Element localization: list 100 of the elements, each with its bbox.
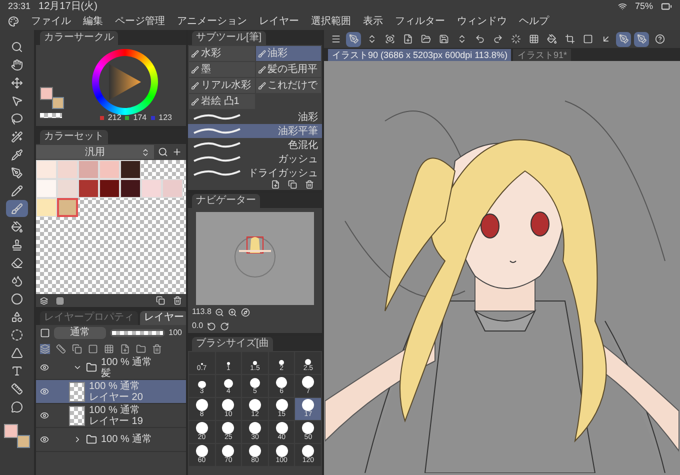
search-icon — [11, 40, 23, 52]
square-icon[interactable] — [40, 328, 50, 338]
rotate-left-icon[interactable] — [207, 322, 216, 330]
document-tab[interactable]: イラスト90 (3686 x 5203px 600dpi 113.8%) — [328, 49, 512, 61]
rotate-right-icon[interactable] — [220, 322, 230, 330]
triangle-icon — [11, 346, 23, 358]
trash-icon[interactable] — [173, 296, 182, 305]
zoom-value[interactable]: 113.8 — [192, 306, 212, 318]
sub-tool-item[interactable]: 水彩 — [189, 46, 254, 61]
sub-tool-item[interactable]: 油彩 — [256, 46, 321, 61]
main-color-swatch[interactable] — [4, 424, 18, 438]
app-logo-icon[interactable] — [8, 16, 19, 27]
pen-button[interactable] — [634, 32, 649, 46]
visibility-icon[interactable] — [40, 387, 49, 396]
menu-item[interactable]: ウィンドウ — [457, 14, 507, 29]
color-swatch[interactable] — [57, 198, 78, 217]
stroke-preview-icon — [192, 155, 242, 163]
circle-icon — [11, 292, 23, 304]
sub-tool-item[interactable]: 髪の毛用平 — [256, 62, 321, 77]
copy-icon[interactable] — [156, 296, 165, 305]
menu-item[interactable]: 表示 — [363, 14, 383, 29]
menu-item[interactable]: フィルター — [395, 14, 445, 29]
dotted-circle-icon — [510, 34, 520, 44]
list-view-icon[interactable] — [40, 296, 48, 304]
sub-tool-item[interactable]: リアル水彩 — [189, 78, 254, 93]
document-tab[interactable]: イラスト91* — [513, 49, 571, 61]
r-channel-value: 212 — [108, 112, 122, 124]
menu-item[interactable]: ページ管理 — [115, 14, 165, 29]
trash-icon[interactable] — [305, 180, 314, 189]
eraser-icon — [11, 256, 23, 268]
menu-item[interactable]: ヘルプ — [519, 14, 549, 29]
grid-icon[interactable] — [104, 344, 114, 354]
new-layer-icon[interactable] — [120, 344, 130, 354]
brush-preset[interactable]: 油彩平筆 — [188, 124, 322, 138]
brush-icon — [191, 66, 199, 74]
speech-bubble-icon — [11, 400, 23, 412]
up-down-icon — [456, 34, 466, 44]
add-icon[interactable] — [172, 147, 182, 157]
menu-item[interactable]: 編集 — [83, 14, 103, 29]
brush-preset[interactable]: 油彩 — [188, 110, 322, 124]
paint-bucket-icon — [546, 34, 556, 44]
zoom-out-icon[interactable] — [215, 308, 224, 316]
brush-preset[interactable]: ドライガッシュ — [188, 166, 322, 180]
folder-icon[interactable] — [136, 344, 146, 354]
trash-icon[interactable] — [152, 344, 162, 354]
new-file-icon[interactable] — [271, 180, 280, 189]
layer-name: レイヤー 19 — [89, 416, 143, 426]
menu-item[interactable]: アニメーション — [177, 14, 247, 29]
navigator-tab[interactable]: ナビゲーター — [192, 194, 260, 208]
visibility-icon[interactable] — [40, 411, 49, 420]
zoom-in-icon[interactable] — [228, 308, 238, 316]
menu-item[interactable]: レイヤー — [259, 14, 299, 29]
sub-tool-tab[interactable]: サブツール[筆] — [192, 30, 266, 44]
panel-tab[interactable]: レイヤー — [140, 311, 186, 325]
pen-icon — [348, 34, 358, 44]
visibility-icon[interactable] — [40, 435, 49, 444]
shapes-icon — [11, 310, 23, 322]
layer-row[interactable]: 100 % 通常 — [36, 428, 186, 452]
search-icon[interactable] — [158, 147, 168, 157]
brush-tool[interactable] — [6, 200, 28, 217]
layer-row[interactable]: 100 % 通常 レイヤー 20 — [36, 380, 186, 404]
brush-preset[interactable]: 色混化 — [188, 138, 322, 152]
channel-marker — [100, 116, 104, 120]
pointer-icon — [11, 94, 23, 106]
chevron-icon[interactable] — [73, 363, 82, 372]
visibility-icon[interactable] — [40, 363, 49, 372]
pen-button[interactable] — [616, 32, 631, 46]
copy-icon[interactable] — [72, 344, 82, 354]
sub-tool-item[interactable]: これだけで — [256, 78, 321, 93]
sub-color-swatch[interactable] — [17, 435, 30, 448]
magic-wand-icon — [11, 130, 23, 142]
transparent-swatch[interactable] — [40, 113, 62, 118]
sub-color-swatch[interactable] — [52, 97, 64, 109]
sub-tool-item[interactable]: 墨 — [189, 62, 254, 77]
blend-mode-dropdown[interactable]: 通常 — [54, 327, 106, 339]
square-icon — [582, 34, 592, 44]
ruler-icon[interactable] — [56, 344, 66, 354]
menu-item[interactable]: 選択範囲 — [311, 14, 351, 29]
layers-icon[interactable] — [40, 344, 50, 354]
brush-preset[interactable]: ガッシュ — [188, 152, 322, 166]
color-circle-tab[interactable]: カラーサークル — [40, 30, 118, 44]
color-set-dropdown[interactable]: 汎用 — [36, 145, 154, 159]
opacity-value[interactable]: 100 — [168, 327, 182, 339]
brush-size-tab[interactable]: ブラシサイズ[曲 — [192, 336, 273, 350]
layer-row[interactable]: 100 % 通常 レイヤー 19 — [36, 404, 186, 428]
opacity-slider[interactable] — [110, 329, 165, 337]
battery-percent: 75% — [634, 0, 653, 13]
color-set-tab[interactable]: カラーセット — [40, 130, 108, 144]
menu-item[interactable]: ファイル — [31, 14, 71, 29]
color-triangle[interactable] — [107, 62, 143, 102]
grid-view-icon[interactable] — [56, 296, 64, 304]
main-color-swatch[interactable] — [40, 87, 53, 100]
pen-button[interactable] — [346, 32, 361, 46]
rotation-value[interactable]: 0.0 — [192, 320, 204, 332]
stroke-preview-icon — [192, 113, 242, 121]
copy-icon[interactable] — [288, 180, 297, 189]
stroke-preview-icon — [192, 127, 242, 135]
layer-name: レイヤー 20 — [89, 392, 143, 402]
chevron-icon[interactable] — [73, 435, 82, 444]
sub-tool-item[interactable]: 岩絵 凸1 — [189, 94, 254, 109]
